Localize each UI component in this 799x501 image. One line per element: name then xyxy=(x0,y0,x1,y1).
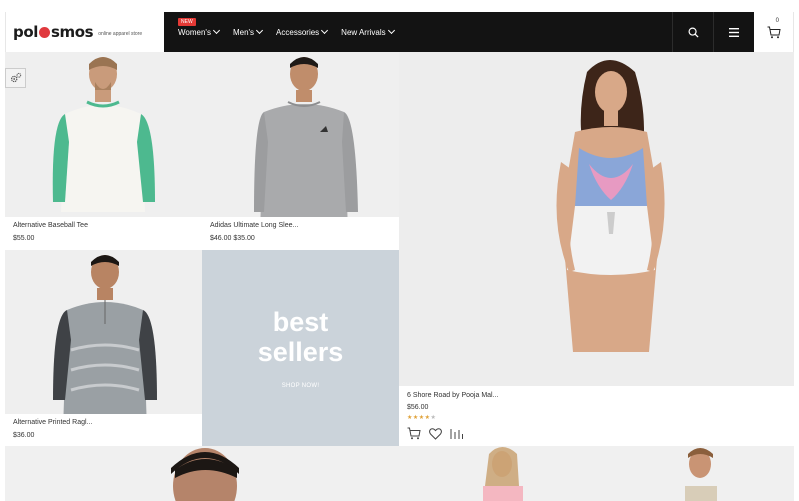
product-card[interactable] xyxy=(5,446,794,501)
product-info: Alternative Baseball Tee $55.00 xyxy=(5,217,202,249)
hamburger-icon xyxy=(729,27,739,37)
product-price: $55.00 xyxy=(13,235,35,242)
chevron-down-icon xyxy=(387,26,395,35)
nav-item-new-arrivals[interactable]: New Arrivals xyxy=(341,26,395,37)
product-card[interactable]: 6 Shore Road by Pooja Mal... $56.00 ★★★★… xyxy=(399,52,794,446)
product-card[interactable]: Adidas Ultimate Long Slee... $46.00 $35.… xyxy=(202,52,399,249)
chevron-down-icon xyxy=(256,26,264,35)
logo[interactable]: pol smos online apparel store xyxy=(5,12,164,52)
cart-icon xyxy=(407,427,421,440)
compare-button[interactable] xyxy=(450,427,463,440)
best-sellers-banner[interactable]: best sellers SHOP NOW! xyxy=(202,250,399,446)
product-actions xyxy=(407,427,786,440)
cart-icon xyxy=(767,26,781,38)
product-info: 6 Shore Road by Pooja Mal... $56.00 ★★★★… xyxy=(399,386,794,446)
promo-title: best sellers xyxy=(257,307,344,367)
chevron-down-icon xyxy=(321,26,329,35)
main-nav: NEW Women's Men's Accessories New Arriva… xyxy=(164,12,754,52)
settings-button[interactable] xyxy=(5,68,26,88)
nav-item-womens[interactable]: NEW Women's xyxy=(178,17,220,37)
nav-item-accessories[interactable]: Accessories xyxy=(276,26,329,37)
product-card[interactable]: Alternative Printed Ragl... $36.00 xyxy=(5,250,202,446)
product-card[interactable]: Alternative Baseball Tee $55.00 xyxy=(5,52,202,249)
product-info: Alternative Printed Ragl... $36.00 xyxy=(5,414,202,446)
chevron-down-icon xyxy=(212,26,220,35)
product-price: $56.00 xyxy=(407,404,429,411)
site-header: pol smos online apparel store NEW Women's… xyxy=(5,12,794,52)
cart-count: 0 xyxy=(775,18,779,24)
rating-stars: ★★★★★ xyxy=(407,415,437,421)
search-button[interactable] xyxy=(672,12,713,52)
new-badge: NEW xyxy=(178,17,196,26)
logo-mark-icon xyxy=(38,27,50,38)
product-info: Adidas Ultimate Long Slee... $46.00 $35.… xyxy=(202,217,399,249)
product-name[interactable]: Adidas Ultimate Long Slee... xyxy=(210,222,391,229)
gears-icon xyxy=(10,72,21,83)
search-icon xyxy=(688,27,699,38)
heart-icon xyxy=(429,427,442,440)
logo-text: pol smos xyxy=(13,23,94,41)
add-to-cart-button[interactable] xyxy=(407,427,421,440)
product-price: $46.00 $35.00 xyxy=(210,235,255,242)
product-name[interactable]: 6 Shore Road by Pooja Mal... xyxy=(407,392,786,399)
nav-label: Men's xyxy=(232,27,255,37)
product-image xyxy=(171,447,717,501)
product-price: $36.00 xyxy=(13,432,35,439)
cart-button[interactable]: 0 xyxy=(754,12,794,52)
wishlist-button[interactable] xyxy=(429,427,442,440)
compare-icon xyxy=(450,429,463,439)
menu-button[interactable] xyxy=(713,12,754,52)
product-name[interactable]: Alternative Baseball Tee xyxy=(13,222,194,229)
nav-label: Accessories xyxy=(276,27,320,37)
product-name[interactable]: Alternative Printed Ragl... xyxy=(13,419,194,426)
nav-item-mens[interactable]: Men's xyxy=(232,26,264,37)
shop-now-link[interactable]: SHOP NOW! xyxy=(282,383,320,389)
logo-tagline: online apparel store xyxy=(98,31,143,37)
nav-label: New Arrivals xyxy=(341,27,386,37)
nav-label: Women's xyxy=(178,27,211,37)
